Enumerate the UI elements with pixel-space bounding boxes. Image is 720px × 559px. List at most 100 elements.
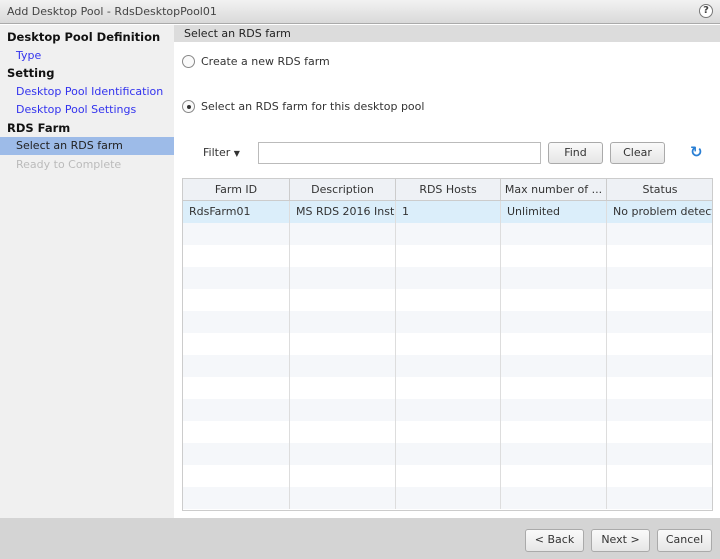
- table-cell: [396, 223, 501, 245]
- table-row[interactable]: RdsFarm01MS RDS 2016 Install1UnlimitedNo…: [183, 201, 712, 223]
- back-button[interactable]: < Back: [525, 529, 584, 552]
- table-cell: [607, 311, 712, 333]
- table-cell: [396, 487, 501, 509]
- table-cell: [607, 421, 712, 443]
- empty-row: [183, 311, 712, 333]
- next-button[interactable]: Next >: [591, 529, 650, 552]
- empty-row: [183, 267, 712, 289]
- empty-row: [183, 223, 712, 245]
- radio-create-new-farm-label[interactable]: Create a new RDS farm: [201, 55, 330, 68]
- table-cell: [607, 377, 712, 399]
- table-cell: [290, 267, 396, 289]
- wizard-footer: < Back Next > Cancel: [0, 518, 720, 559]
- radio-select-existing-farm-label[interactable]: Select an RDS farm for this desktop pool: [201, 100, 424, 113]
- table-cell: [183, 355, 290, 377]
- empty-row: [183, 465, 712, 487]
- radio-create-new-farm[interactable]: [182, 55, 195, 68]
- table-cell: [183, 223, 290, 245]
- table-cell: [290, 443, 396, 465]
- filter-input[interactable]: [258, 142, 541, 164]
- table-cell: [183, 333, 290, 355]
- table-cell: [396, 355, 501, 377]
- column-header[interactable]: Status: [607, 179, 712, 201]
- table-cell: [501, 421, 607, 443]
- table-cell: [396, 267, 501, 289]
- table-cell: MS RDS 2016 Install: [290, 201, 396, 223]
- table-cell: [183, 421, 290, 443]
- table-cell: [290, 377, 396, 399]
- empty-row: [183, 443, 712, 465]
- farm-table: Farm ID Description RDS Hosts Max number of…: [182, 178, 713, 511]
- table-cell: [607, 245, 712, 267]
- find-button[interactable]: Find: [548, 142, 603, 164]
- sidebar-item-select-rds-farm[interactable]: Select an RDS farm: [0, 137, 174, 155]
- table-cell: [290, 311, 396, 333]
- table-cell: [396, 377, 501, 399]
- table-cell: [396, 399, 501, 421]
- column-header[interactable]: RDS Hosts: [396, 179, 501, 201]
- table-cell: [501, 443, 607, 465]
- table-cell: 1: [396, 201, 501, 223]
- refresh-icon[interactable]: ↻: [690, 143, 703, 161]
- table-cell: [396, 333, 501, 355]
- empty-row: [183, 289, 712, 311]
- help-icon[interactable]: ?: [699, 4, 713, 18]
- table-cell: [183, 267, 290, 289]
- sidebar-item-type[interactable]: Type: [16, 49, 41, 62]
- table-cell: [501, 267, 607, 289]
- table-cell: Unlimited: [501, 201, 607, 223]
- table-cell: [607, 223, 712, 245]
- clear-button[interactable]: Clear: [610, 142, 665, 164]
- table-cell: [290, 487, 396, 509]
- table-cell: [396, 443, 501, 465]
- table-cell: [501, 487, 607, 509]
- table-cell: [290, 465, 396, 487]
- table-cell: [607, 333, 712, 355]
- sidebar-item-desktop-pool-settings[interactable]: Desktop Pool Settings: [16, 103, 136, 116]
- table-cell: [501, 245, 607, 267]
- filter-dropdown[interactable]: Filter ▼: [203, 146, 240, 159]
- empty-row: [183, 333, 712, 355]
- empty-row: [183, 399, 712, 421]
- table-cell: [396, 245, 501, 267]
- column-header[interactable]: Description: [290, 179, 396, 201]
- column-header[interactable]: Max number of ...: [501, 179, 607, 201]
- table-cell: [501, 333, 607, 355]
- table-cell: [501, 289, 607, 311]
- empty-row: [183, 487, 712, 509]
- table-cell: [396, 289, 501, 311]
- empty-row: [183, 245, 712, 267]
- table-cell: [183, 465, 290, 487]
- table-cell: [290, 245, 396, 267]
- table-cell: [501, 399, 607, 421]
- table-cell: [607, 267, 712, 289]
- table-cell: [396, 311, 501, 333]
- cancel-button[interactable]: Cancel: [657, 529, 712, 552]
- table-cell: [396, 421, 501, 443]
- table-cell: [396, 465, 501, 487]
- table-cell: RdsFarm01: [183, 201, 290, 223]
- sidebar-item-desktop-pool-identification[interactable]: Desktop Pool Identification: [16, 85, 163, 98]
- table-cell: [607, 289, 712, 311]
- table-cell: No problem detected: [607, 201, 712, 223]
- table-cell: [290, 223, 396, 245]
- table-cell: [607, 443, 712, 465]
- table-cell: [290, 399, 396, 421]
- caret-down-icon: ▼: [233, 149, 240, 158]
- table-cell: [290, 421, 396, 443]
- table-cell: [607, 465, 712, 487]
- table-cell: [607, 355, 712, 377]
- table-cell: [607, 399, 712, 421]
- table-cell: [183, 377, 290, 399]
- table-cell: [501, 355, 607, 377]
- table-cell: [290, 355, 396, 377]
- sidebar-section-rds-farm: RDS Farm: [7, 121, 71, 135]
- column-header[interactable]: Farm ID: [183, 179, 290, 201]
- table-cell: [290, 333, 396, 355]
- sidebar-section-setting: Setting: [7, 66, 55, 80]
- radio-select-existing-farm[interactable]: [182, 100, 195, 113]
- table-cell: [183, 443, 290, 465]
- table-cell: [183, 399, 290, 421]
- table-cell: [183, 289, 290, 311]
- title-bar: Add Desktop Pool - RdsDesktopPool01 ?: [0, 0, 720, 24]
